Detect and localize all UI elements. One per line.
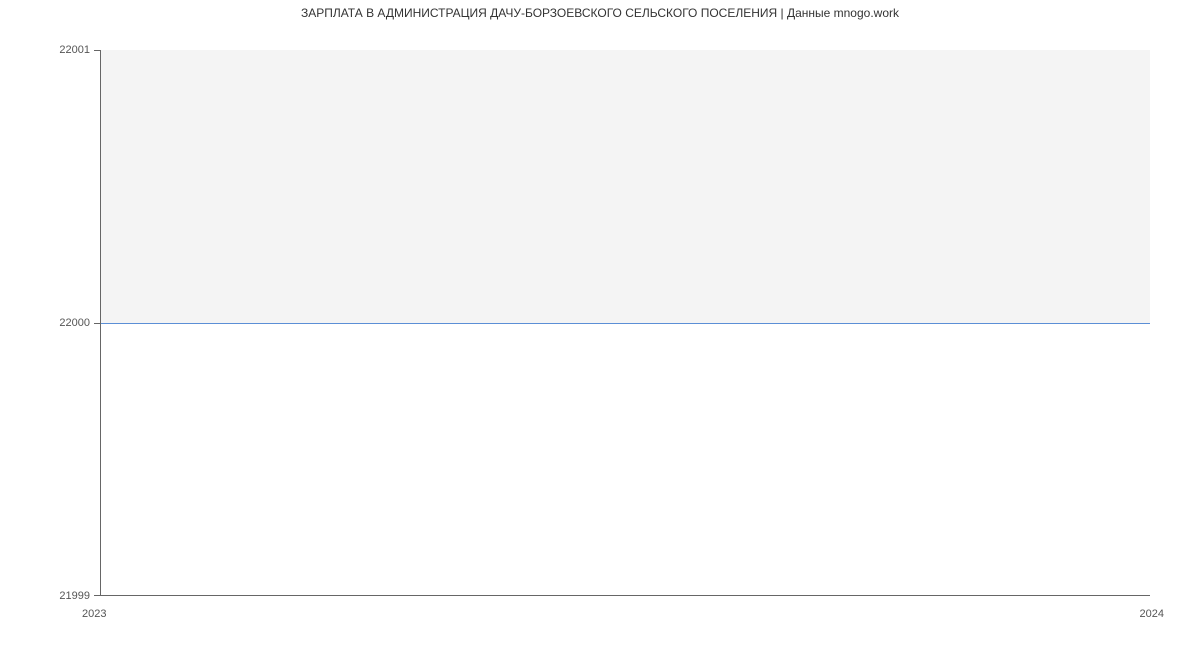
plot-area	[100, 50, 1150, 596]
y-axis-line	[100, 50, 101, 596]
y-axis-tick	[94, 323, 100, 324]
chart-title: ЗАРПЛАТА В АДМИНИСТРАЦИЯ ДАЧУ-БОРЗОЕВСКО…	[0, 6, 1200, 20]
y-axis-tick	[94, 595, 100, 596]
x-axis-line	[100, 595, 1150, 596]
grid-band-lower	[100, 323, 1150, 596]
data-line-series-0	[100, 323, 1150, 324]
grid-band-upper	[100, 50, 1150, 323]
y-axis-label: 22000	[59, 317, 90, 329]
y-axis-label: 21999	[59, 590, 90, 602]
y-axis-tick	[94, 50, 100, 51]
x-axis-label: 2023	[82, 608, 106, 620]
x-axis-label: 2024	[1140, 608, 1164, 620]
y-axis-label: 22001	[59, 44, 90, 56]
